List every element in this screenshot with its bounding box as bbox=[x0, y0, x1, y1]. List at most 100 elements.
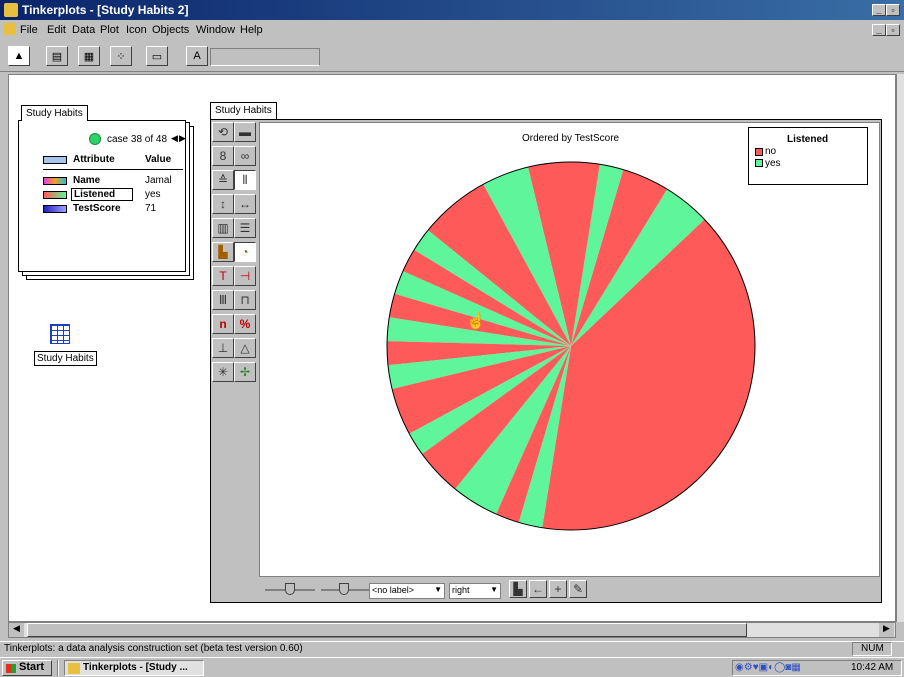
app-icon bbox=[4, 3, 18, 17]
menu-bar: File Edit Data Plot Icon Objects Window … bbox=[0, 20, 904, 40]
slider-thumb-2[interactable] bbox=[339, 583, 349, 595]
hand-cursor-icon: ☝ bbox=[466, 313, 486, 330]
case-indicator-icon bbox=[89, 133, 101, 145]
menu-file[interactable]: File bbox=[20, 24, 38, 36]
scroll-left-icon[interactable]: ◀ bbox=[9, 623, 24, 637]
pencil-button[interactable]: ✎ bbox=[569, 580, 587, 598]
start-label: Start bbox=[19, 661, 45, 673]
reference-line-button[interactable]: T bbox=[212, 266, 234, 286]
testscore-value[interactable]: 71 bbox=[145, 203, 156, 214]
next-case-icon[interactable]: ▶ bbox=[179, 133, 186, 144]
listened-swatch bbox=[43, 191, 67, 199]
plot-area[interactable]: Ordered by TestScore Listened no yes ☝ bbox=[259, 122, 880, 577]
name-swatch bbox=[43, 177, 67, 185]
plot-tab[interactable]: Study Habits bbox=[210, 102, 277, 119]
name-value[interactable]: Jamal bbox=[145, 175, 172, 186]
status-text: Tinkerplots: a data analysis constructio… bbox=[4, 643, 303, 654]
name-attribute[interactable]: Name bbox=[73, 175, 100, 186]
menu-window[interactable]: Window bbox=[196, 24, 235, 36]
menu-help[interactable]: Help bbox=[240, 24, 263, 36]
chevron-down-icon[interactable]: ▼ bbox=[434, 585, 442, 594]
text-tool-button[interactable]: ▤ bbox=[46, 46, 68, 66]
doc-restore-button[interactable]: ▫ bbox=[886, 24, 900, 36]
axes-button[interactable]: ✳ bbox=[212, 362, 234, 382]
vertical-scrollbar[interactable] bbox=[896, 74, 904, 622]
reference-line-h-button[interactable]: ⊣ bbox=[234, 266, 256, 286]
bar-vertical-button[interactable]: ▥ bbox=[212, 218, 234, 238]
order-vertical-button[interactable]: ≙ bbox=[212, 170, 234, 190]
plus-button[interactable]: + bbox=[549, 580, 567, 598]
task-label: Tinkerplots - [Study ... bbox=[83, 662, 188, 673]
windows-logo-icon bbox=[6, 664, 16, 673]
num-indicator: NUM bbox=[852, 642, 892, 656]
plot-controls: <no label> ▼ right ▼ ▙ ← + ✎ bbox=[259, 578, 880, 602]
menu-data[interactable]: Data bbox=[72, 24, 95, 36]
case-card[interactable]: Study Habits case 38 of 48 ◀ ▶ Attribute… bbox=[18, 105, 186, 272]
arrow-left-button[interactable]: ← bbox=[529, 580, 547, 598]
menu-edit[interactable]: Edit bbox=[47, 24, 66, 36]
prev-case-icon[interactable]: ◀ bbox=[171, 133, 178, 144]
taskbar-separator bbox=[57, 660, 59, 676]
minimize-button[interactable]: _ bbox=[872, 4, 886, 16]
toolbar-tray bbox=[210, 48, 320, 66]
horizontal-scrollbar[interactable]: ◀ ▶ bbox=[8, 622, 896, 638]
listened-value[interactable]: yes bbox=[145, 189, 161, 200]
pie-chart bbox=[386, 161, 756, 531]
stack-vertical-button[interactable]: 8 bbox=[212, 146, 234, 166]
tray-icons[interactable]: ◉⚙♥▣◐◯◙▦ bbox=[735, 662, 801, 673]
study-habits-desktop-label[interactable]: Study Habits bbox=[34, 351, 97, 366]
title-bar: Tinkerplots - [Study Habits 2] _ ▫ bbox=[0, 0, 904, 20]
tinkerplots-icon bbox=[68, 663, 80, 674]
bar-chart-button[interactable]: ▙ bbox=[509, 580, 527, 598]
percent-button[interactable]: % bbox=[234, 314, 256, 334]
chevron-down-icon[interactable]: ▼ bbox=[490, 585, 498, 594]
fuse-circular-button[interactable]: ◔ bbox=[234, 242, 256, 262]
median-button[interactable]: △ bbox=[234, 338, 256, 358]
value-header: Value bbox=[145, 154, 172, 165]
bar-horizontal-button[interactable]: ☰ bbox=[234, 218, 256, 238]
system-tray: ◉⚙♥▣◐◯◙▦ 10:42 AM bbox=[732, 660, 902, 676]
separate-horizontal-button[interactable]: ↔ bbox=[234, 194, 256, 214]
case-card-tab[interactable]: Study Habits bbox=[21, 105, 88, 121]
testscore-swatch bbox=[43, 205, 67, 213]
mix-up-button[interactable]: ⟲ bbox=[212, 122, 234, 142]
scroll-right-icon[interactable]: ▶ bbox=[879, 623, 894, 637]
restore-button[interactable]: ▫ bbox=[886, 4, 900, 16]
crosshair-button[interactable]: ✢ bbox=[234, 362, 256, 382]
study-habits-desktop-icon[interactable] bbox=[50, 324, 70, 344]
slider-tool-button[interactable]: ▭ bbox=[146, 46, 168, 66]
pointer-tool-button[interactable]: ▲ bbox=[8, 46, 30, 66]
window-title: Tinkerplots - [Study Habits 2] bbox=[22, 3, 189, 17]
header-divider bbox=[43, 169, 183, 170]
fuse-rect-button[interactable]: ▬ bbox=[234, 122, 256, 142]
menu-icon[interactable]: Icon bbox=[126, 24, 147, 36]
order-horizontal-button[interactable]: ⫴ bbox=[234, 170, 256, 190]
divider-button[interactable]: Ⅲ bbox=[212, 290, 234, 310]
table-tool-button[interactable]: ▦ bbox=[78, 46, 100, 66]
taskbar: Start Tinkerplots - [Study ... ◉⚙♥▣◐◯◙▦ … bbox=[0, 657, 904, 677]
menu-objects[interactable]: Objects bbox=[152, 24, 189, 36]
plot-tool-button[interactable]: ⁘ bbox=[110, 46, 132, 66]
doc-minimize-button[interactable]: _ bbox=[872, 24, 886, 36]
menu-plot[interactable]: Plot bbox=[100, 24, 119, 36]
toolbar: ▲ ▤ ▦ ⁘ ▭ A bbox=[0, 40, 904, 72]
separate-vertical-button[interactable]: ↕ bbox=[212, 194, 234, 214]
mean-button[interactable]: ⊥ bbox=[212, 338, 234, 358]
testscore-attribute[interactable]: TestScore bbox=[73, 203, 121, 214]
position-select[interactable]: right ▼ bbox=[449, 583, 501, 599]
listened-attribute[interactable]: Listened bbox=[71, 188, 133, 201]
slider-thumb-1[interactable] bbox=[285, 583, 295, 595]
scroll-thumb[interactable] bbox=[27, 623, 747, 637]
plot-heading: Ordered by TestScore bbox=[522, 133, 620, 144]
hat-plot-button[interactable]: ⊓ bbox=[234, 290, 256, 310]
count-button[interactable]: n bbox=[212, 314, 234, 334]
taskbar-task-tinkerplots[interactable]: Tinkerplots - [Study ... bbox=[64, 660, 204, 676]
start-button[interactable]: Start bbox=[2, 660, 52, 676]
case-label: case 38 of 48 bbox=[107, 134, 168, 145]
attribute-header-swatch bbox=[43, 156, 67, 164]
stack-horizontal-button[interactable]: ∞ bbox=[234, 146, 256, 166]
label-select[interactable]: <no label> ▼ bbox=[369, 583, 445, 599]
fuse-bar-button[interactable]: ▙ bbox=[212, 242, 234, 262]
label-tool-button[interactable]: A bbox=[186, 46, 208, 66]
legend-swatch-no bbox=[755, 148, 763, 156]
